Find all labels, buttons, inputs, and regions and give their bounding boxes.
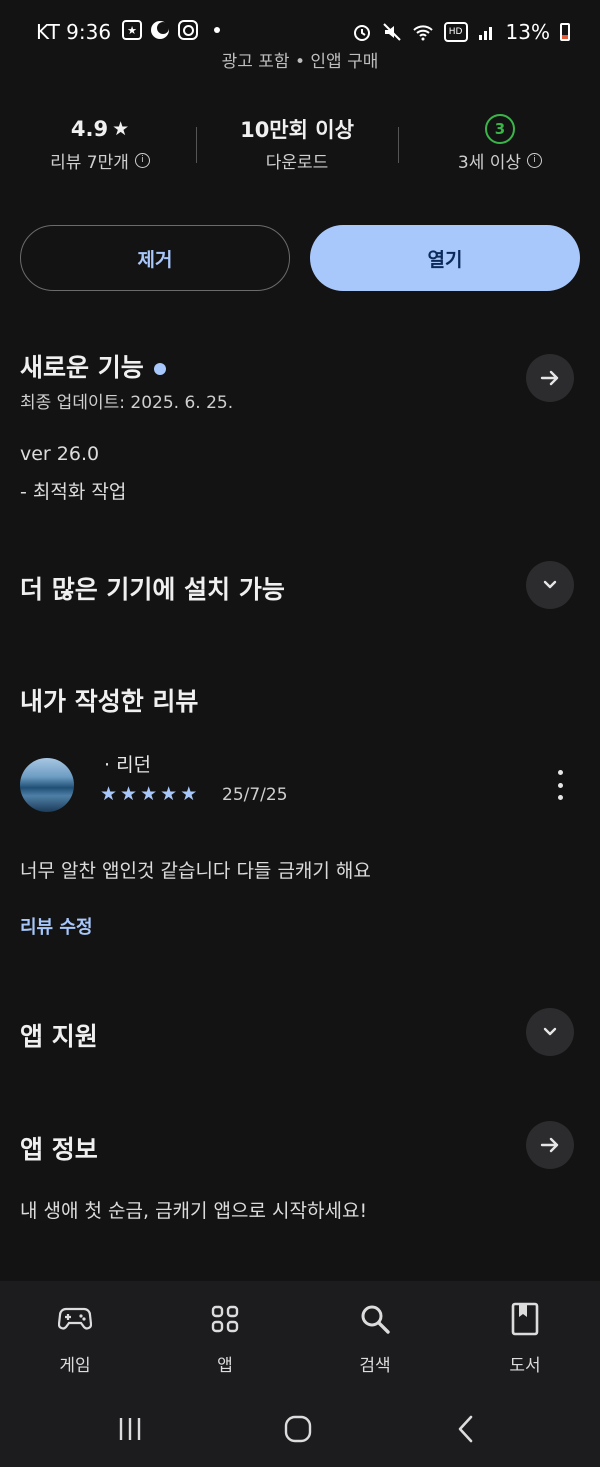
- star-icon: ★: [160, 783, 178, 805]
- nav-label: 도서: [509, 1356, 541, 1376]
- alarm-icon: [353, 25, 370, 41]
- review-date: 25/7/25: [222, 785, 288, 805]
- status-left-icons: ★: [122, 20, 220, 40]
- system-nav-bar: [0, 1391, 600, 1467]
- battery-percent: 13%: [505, 20, 550, 44]
- star-icon: ★: [112, 118, 130, 140]
- app-info-arrow-button[interactable]: [526, 1121, 574, 1169]
- star-icon: ★: [140, 783, 158, 805]
- app-info-title[interactable]: 앱 정보: [20, 1130, 98, 1166]
- arrow-right-icon: [540, 1137, 559, 1153]
- update-note: - 최적화 작업: [20, 481, 127, 503]
- instagram-icon: [178, 20, 198, 40]
- recent-apps-icon[interactable]: [100, 1409, 160, 1449]
- star-icon: ★: [180, 783, 198, 805]
- nav-label: 검색: [359, 1356, 391, 1376]
- nav-item-games[interactable]: 게임: [0, 1281, 150, 1391]
- nav-label: 앱: [217, 1356, 233, 1376]
- review-stars: ★ ★ ★ ★ ★: [100, 783, 197, 805]
- whats-new-label: 새로운 기능: [20, 353, 144, 382]
- star-badge-icon: ★: [122, 20, 142, 40]
- app-support-title[interactable]: 앱 지원: [20, 1017, 98, 1053]
- age-rating-icon: 3: [485, 114, 515, 144]
- moon-icon: [151, 21, 169, 39]
- wifi-icon: [412, 25, 433, 41]
- battery-icon: [560, 23, 570, 41]
- more-devices-title[interactable]: 더 많은 기기에 설치 가능: [20, 570, 285, 606]
- mute-icon: [382, 23, 401, 41]
- divider: [398, 127, 399, 163]
- edit-review-link[interactable]: 리뷰 수정: [20, 913, 93, 939]
- star-icon: ★: [100, 783, 118, 805]
- stat-downloads: 10만회 이상 다운로드: [197, 112, 397, 173]
- last-updated: 최종 업데이트: 2025. 6. 25.: [20, 393, 234, 413]
- age-label: 3세 이상: [457, 153, 522, 173]
- stat-rating[interactable]: 4.9 ★ 리뷰 7만개 i: [0, 112, 200, 173]
- signal-icon: [478, 27, 492, 40]
- version-text: ver 26.0: [20, 443, 100, 465]
- status-time: KT 9:36: [36, 20, 112, 44]
- info-icon: i: [134, 153, 150, 168]
- search-icon: [355, 1299, 395, 1339]
- rating-label: 리뷰 7만개: [50, 153, 129, 173]
- stat-age[interactable]: 3 3세 이상 i: [400, 112, 600, 173]
- hd-icon: HD: [443, 22, 468, 42]
- nav-item-books[interactable]: 도서: [450, 1281, 600, 1391]
- home-icon[interactable]: [268, 1409, 328, 1449]
- app-stats: 4.9 ★ 리뷰 7만개 i 10만회 이상 다운로드 3 3세 이상 i: [0, 112, 600, 182]
- status-right-icons: HD 13%: [352, 20, 570, 44]
- new-indicator-dot: [153, 363, 166, 375]
- nav-item-apps[interactable]: 앱: [150, 1281, 300, 1391]
- open-button[interactable]: 열기: [310, 225, 580, 291]
- app-subtitle: 광고 포함 • 인앱 구매: [221, 52, 379, 72]
- book-icon: [505, 1299, 545, 1339]
- more-options-icon[interactable]: [548, 770, 572, 800]
- app-support-expand-button[interactable]: [526, 1008, 574, 1056]
- nav-label: 게임: [59, 1356, 91, 1376]
- more-devices-expand-button[interactable]: [526, 561, 574, 609]
- app-description: 내 생애 첫 순금, 금캐기 앱으로 시작하세요!: [20, 1200, 368, 1222]
- whats-new-title[interactable]: 새로운 기능: [20, 348, 166, 384]
- star-icon: ★: [120, 783, 138, 805]
- nav-item-search[interactable]: 검색: [300, 1281, 450, 1391]
- dot-icon: [214, 27, 220, 33]
- review-author: · 리던: [104, 754, 152, 776]
- info-icon: i: [527, 153, 543, 168]
- review-text: 너무 알찬 앱인것 같습니다 다들 금캐기 해요: [20, 860, 371, 882]
- downloads-value: 10만회 이상: [240, 118, 354, 142]
- apps-grid-icon: [205, 1299, 245, 1339]
- chevron-down-icon: [543, 580, 557, 589]
- back-icon[interactable]: [436, 1409, 496, 1449]
- downloads-label: 다운로드: [265, 153, 329, 173]
- divider: [196, 127, 197, 163]
- avatar: [20, 758, 74, 812]
- chevron-down-icon: [543, 1027, 557, 1036]
- remove-button[interactable]: 제거: [20, 225, 290, 291]
- whats-new-arrow-button[interactable]: [526, 354, 574, 402]
- gamepad-icon: [55, 1299, 95, 1339]
- rating-value: 4.9: [70, 117, 109, 141]
- bottom-nav: 게임 앱 검색 도서: [0, 1281, 600, 1391]
- my-review-title: 내가 작성한 리뷰: [20, 687, 199, 716]
- arrow-right-icon: [540, 370, 559, 386]
